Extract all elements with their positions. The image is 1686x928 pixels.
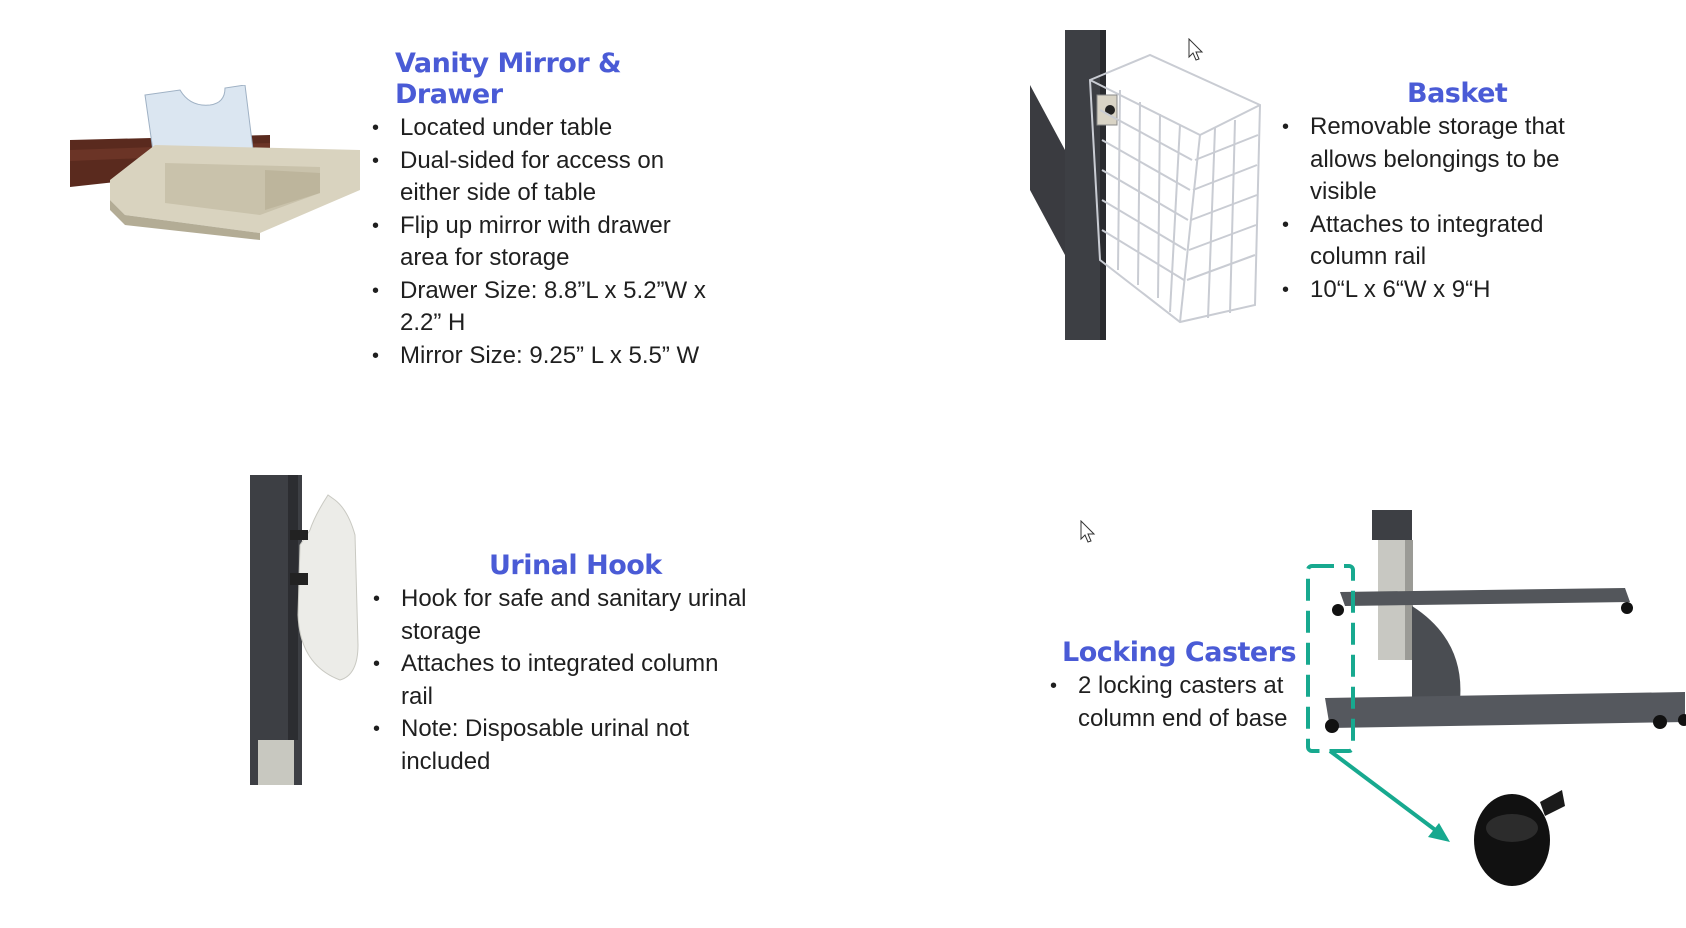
basket-image [1030, 30, 1262, 340]
list-item: 2 locking casters at column end of base [1048, 670, 1298, 735]
urinal-section: Urinal Hook Hook for safe and sanitary u… [371, 550, 751, 778]
list-item: Note: Disposable urinal not included [371, 713, 751, 778]
vanity-title: Vanity Mirror & Drawer [395, 48, 622, 110]
urinal-title: Urinal Hook [489, 550, 662, 581]
casters-title: Locking Casters [1062, 637, 1297, 668]
vanity-mirror-drawer-image [70, 85, 360, 240]
list-item: Flip up mirror with drawer area for stor… [370, 210, 710, 275]
list-item: Drawer Size: 8.8”L x 5.2”W x 2.2” H [370, 275, 710, 340]
basket-bullet-list: Removable storage that allows belongings… [1280, 111, 1620, 306]
basket-section: Basket Removable storage that allows bel… [1280, 78, 1620, 306]
vanity-section: Vanity Mirror & Drawer Located under tab… [370, 48, 710, 372]
list-item: Attaches to integrated column rail [1280, 209, 1620, 274]
urinal-hook-image [250, 475, 359, 785]
list-item: Mirror Size: 9.25” L x 5.5” W [370, 340, 710, 373]
list-item: Hook for safe and sanitary urinal storag… [371, 583, 751, 648]
list-item: Removable storage that allows belongings… [1280, 111, 1620, 209]
list-item: Attaches to integrated column rail [371, 648, 751, 713]
basket-title: Basket [1407, 78, 1508, 109]
vanity-bullet-list: Located under table Dual-sided for acces… [370, 112, 710, 372]
list-item: 10“L x 6“W x 9“H [1280, 274, 1620, 307]
list-item: Dual-sided for access on either side of … [370, 145, 710, 210]
locking-casters-image [1306, 510, 1686, 886]
list-item: Located under table [370, 112, 710, 145]
cursor-arrow-icon [1080, 520, 1096, 543]
casters-bullet-list: 2 locking casters at column end of base [1048, 670, 1298, 735]
cursor-arrow-icon [1188, 38, 1204, 61]
casters-section: Locking Casters 2 locking casters at col… [1048, 637, 1298, 735]
urinal-bullet-list: Hook for safe and sanitary urinal storag… [371, 583, 751, 778]
